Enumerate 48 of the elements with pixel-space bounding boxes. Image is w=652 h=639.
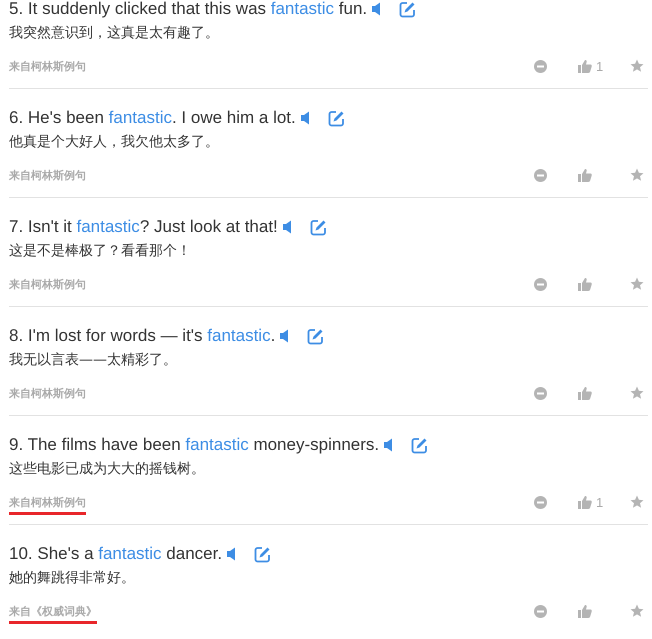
edit-icon[interactable] <box>254 546 272 562</box>
thumbs-up-icon <box>578 59 592 73</box>
dislike-icon[interactable] <box>534 386 547 400</box>
source-label: 来自柯林斯例句 <box>9 277 86 293</box>
thumbs-up-icon <box>578 277 592 291</box>
example-sentence: 7. Isn't it fantastic? Just look at that! <box>9 217 278 237</box>
example-sentence: 10. She's a fantastic dancer. <box>9 544 222 564</box>
source-label: 来自柯林斯例句 <box>9 59 86 75</box>
edit-icon[interactable] <box>399 0 416 18</box>
star-icon[interactable] <box>630 168 644 182</box>
like-button[interactable] <box>578 386 592 400</box>
example-sentence: 5. It suddenly clicked that this was fantastic fun. <box>9 0 368 19</box>
translation: 她的舞跳得非常好。 <box>9 569 136 587</box>
thumbs-up-icon <box>578 386 592 400</box>
example-sentence: 8. I'm lost for words — it's fantastic. <box>9 326 276 346</box>
translation: 这些电影已成为大大的摇钱树。 <box>9 460 206 478</box>
edit-icon[interactable] <box>310 218 327 236</box>
like-button[interactable] <box>578 277 592 291</box>
star-icon[interactable] <box>630 495 644 509</box>
translation: 我突然意识到，这真是太有趣了。 <box>9 24 220 42</box>
translation: 我无以言表——太精彩了。 <box>9 351 178 369</box>
dislike-icon[interactable] <box>534 496 547 508</box>
edit-icon[interactable] <box>411 436 428 454</box>
like-button[interactable] <box>578 604 592 618</box>
dislike-icon[interactable] <box>534 278 547 290</box>
like-button[interactable] <box>578 168 592 182</box>
star-icon[interactable] <box>630 386 644 400</box>
thumbs-up-icon <box>578 495 592 509</box>
dislike-icon[interactable] <box>534 60 547 72</box>
source-label: 来自柯林斯例句 <box>9 495 86 515</box>
source-label: 来自《权威词典》 <box>9 604 97 624</box>
edit-icon[interactable] <box>328 110 345 126</box>
dislike-icon[interactable] <box>534 168 547 182</box>
source-label: 来自柯林斯例句 <box>9 386 86 402</box>
translation: 他真是个大好人，我欠他太多了。 <box>9 133 220 151</box>
edit-icon[interactable] <box>307 328 324 344</box>
star-icon[interactable] <box>630 604 644 618</box>
like-button[interactable]: 1 <box>578 494 604 510</box>
example-sentence: 6. He's been fantastic. I owe him a lot. <box>9 108 296 128</box>
thumbs-up-icon <box>578 604 592 618</box>
like-button[interactable]: 1 <box>578 58 604 74</box>
translation: 这是不是棒极了？看看那个！ <box>9 242 192 260</box>
star-icon[interactable] <box>630 277 644 291</box>
example-sentence: 9. The films have been fantastic money-spinners. <box>9 435 380 455</box>
source-label: 来自柯林斯例句 <box>9 168 86 184</box>
thumbs-up-icon <box>578 168 592 182</box>
dislike-icon[interactable] <box>534 604 547 618</box>
star-icon[interactable] <box>630 59 644 73</box>
